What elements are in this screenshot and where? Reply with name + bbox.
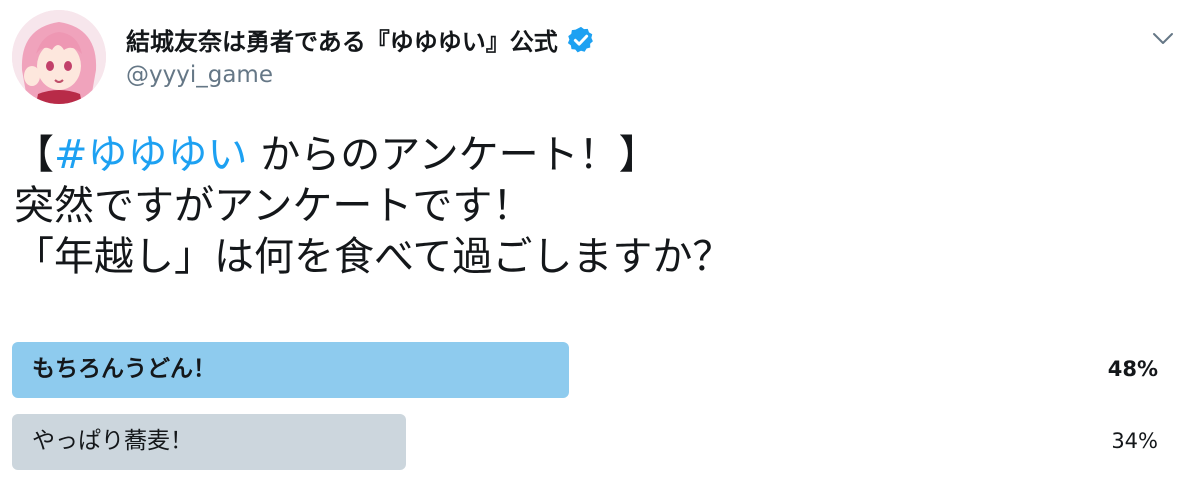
display-name-text: 結城友奈は勇者である『ゆゆゆい』公式 bbox=[126, 28, 558, 56]
poll-option-percent: 48% bbox=[1107, 357, 1158, 381]
poll-option-percent: 34% bbox=[1111, 429, 1158, 453]
poll-option-label: もちろんうどん！ bbox=[32, 356, 216, 382]
chevron-down-icon[interactable] bbox=[1150, 28, 1176, 48]
hashtag-link[interactable]: #ゆゆゆい bbox=[54, 132, 248, 178]
tweet-card: 結城友奈は勇者である『ゆゆゆい』公式 @yyyi_game 【#ゆゆゆい からの… bbox=[0, 0, 1178, 477]
bracket-open: 【 bbox=[14, 132, 54, 178]
avatar-image bbox=[12, 10, 106, 104]
poll-option-2: やっぱり蕎麦！ 34% bbox=[12, 414, 1162, 470]
tweet-line-2: 突然ですがアンケートです！ bbox=[14, 183, 533, 229]
avatar[interactable] bbox=[12, 10, 106, 104]
tweet-text: 【#ゆゆゆい からのアンケート！】 突然ですがアンケートです！ 「年越し」は何を… bbox=[14, 130, 732, 283]
tweet-line-1: 【#ゆゆゆい からのアンケート！】 bbox=[14, 130, 732, 181]
verified-badge-icon bbox=[566, 25, 596, 55]
display-name[interactable]: 結城友奈は勇者である『ゆゆゆい』公式 bbox=[126, 22, 596, 57]
poll-option-1: もちろんうどん！ 48% bbox=[12, 342, 1162, 398]
user-handle[interactable]: @yyyi_game bbox=[126, 62, 273, 88]
tweet-line-1-text: からのアンケート！】 bbox=[247, 132, 659, 178]
tweet-line-3: 「年越し」は何を食べて過ごしますか？ bbox=[14, 234, 733, 280]
poll-option-label: やっぱり蕎麦！ bbox=[32, 428, 193, 454]
